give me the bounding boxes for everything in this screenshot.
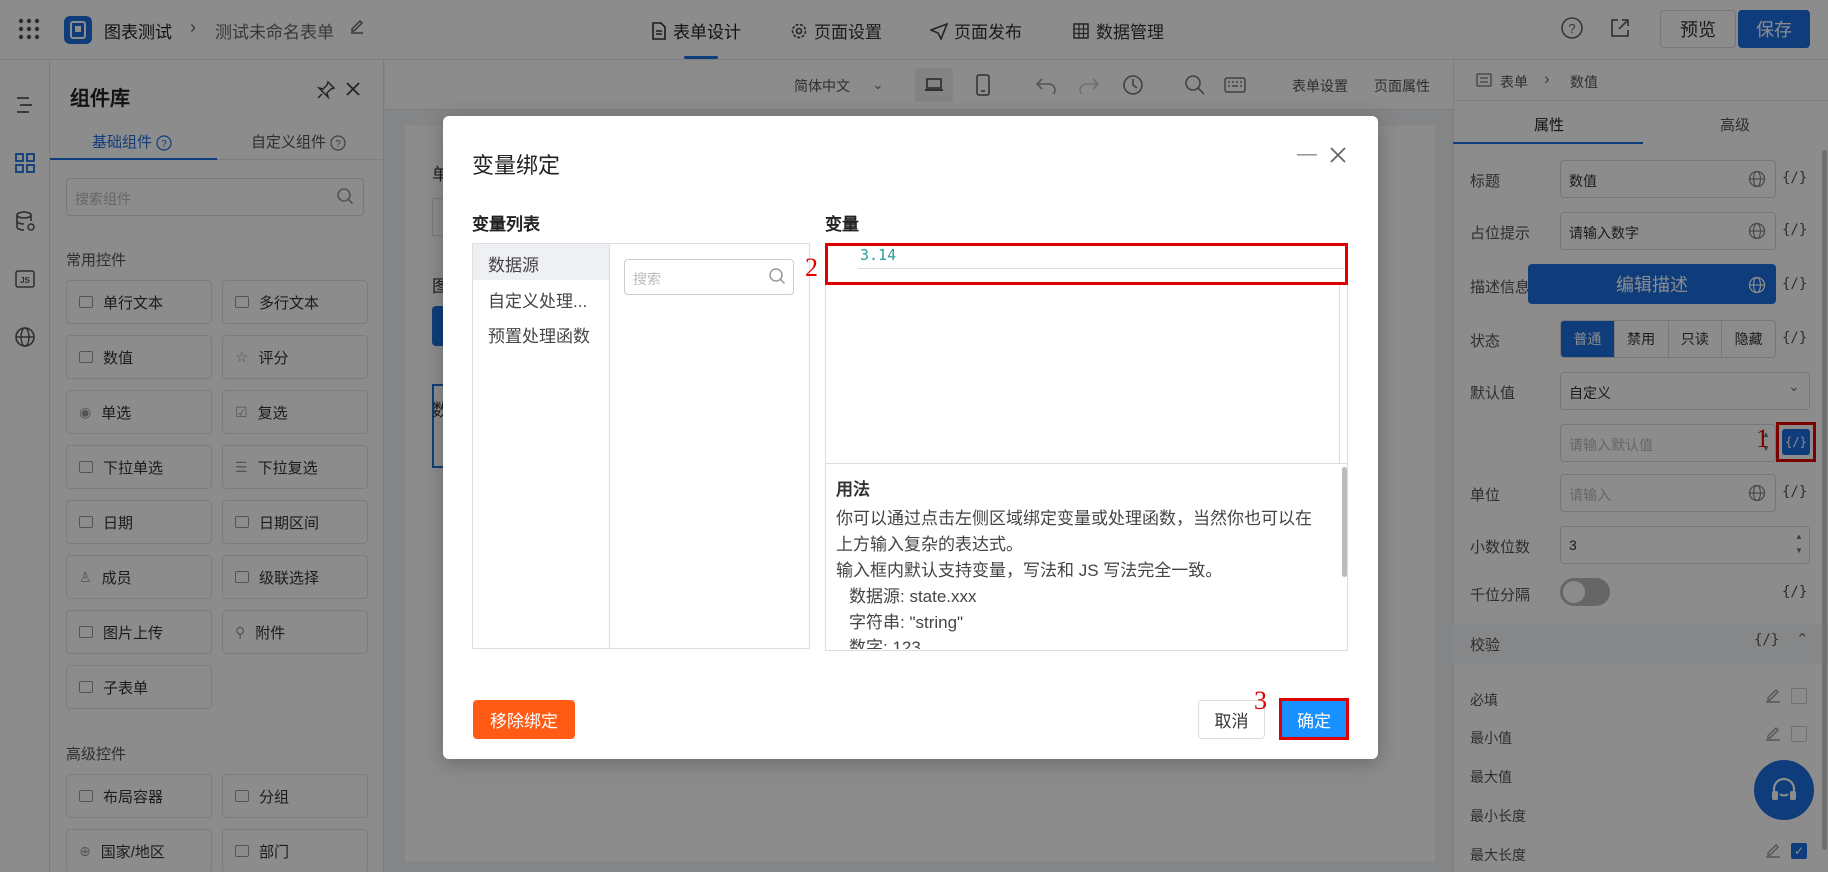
dialog-title: 变量绑定	[472, 153, 561, 178]
usage-text: 数字: 123	[849, 638, 921, 649]
usage-text: 字符串: "string"	[849, 613, 964, 632]
variable-label: 变量	[825, 215, 859, 234]
close-icon[interactable]	[1329, 146, 1347, 167]
usage-text: 上方输入复杂的表达式。	[836, 535, 1023, 554]
category-builtin-functions[interactable]: 预置处理函数	[488, 322, 590, 347]
usage-text: 你可以通过点击左侧区域绑定变量或处理函数，当然你也可以在	[836, 509, 1312, 528]
remove-binding-button[interactable]: 移除绑定	[473, 700, 575, 739]
annotation-3: 3	[1254, 686, 1267, 715]
usage-text: 数据源: state.xxx	[849, 587, 977, 606]
usage-scrollbar[interactable]	[1342, 467, 1347, 577]
editor-gutter-line	[1339, 285, 1340, 463]
category-datasource[interactable]: 数据源	[488, 251, 539, 276]
annotation-2: 2	[805, 253, 818, 282]
confirm-button[interactable]: 确定	[1279, 698, 1349, 740]
highlight-box-editor	[825, 243, 1348, 285]
search-icon[interactable]	[768, 267, 786, 288]
usage-text: 输入框内默认支持变量，写法和 JS 写法完全一致。	[836, 561, 1223, 580]
search-placeholder: 搜索	[633, 271, 661, 287]
category-custom-handler[interactable]: 自定义处理...	[488, 287, 587, 312]
usage-title: 用法	[836, 480, 870, 499]
minimize-icon[interactable]: —	[1297, 143, 1317, 166]
variable-list-label: 变量列表	[472, 215, 540, 234]
